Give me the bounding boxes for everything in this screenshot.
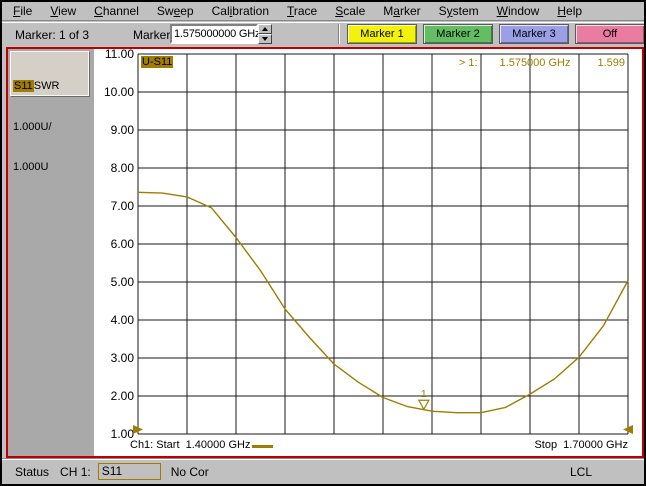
swr-plot: 1	[138, 54, 628, 434]
spinner-up-icon[interactable]	[258, 24, 272, 34]
menu-channel[interactable]: Channel	[85, 3, 148, 19]
marker-toolbar: Marker: 1 of 3 Marker 1 1.575000000 GHz …	[2, 23, 644, 47]
trace-format-line: S11SWR	[13, 80, 86, 94]
menu-sweep[interactable]: Sweep	[148, 3, 203, 19]
y-axis-tick: 5.00	[96, 275, 134, 289]
channel-label: CH 1:	[60, 465, 91, 479]
marker-readout-frequency: 1.575000 GHz	[500, 57, 571, 69]
plot: 1 U-S11 > 1: 1.575000 GHz 1.599	[138, 54, 628, 434]
toolbar-separator	[338, 24, 340, 44]
stimulus-annotation: Ch1: Start 1.40000 GHz Stop 1.70000 GHz	[138, 438, 628, 454]
marker-1-button[interactable]: Marker 1	[347, 24, 417, 44]
menu-window[interactable]: Window	[488, 3, 549, 19]
lcl-indicator: LCL	[570, 465, 592, 479]
marker-3-button[interactable]: Marker 3	[499, 24, 569, 44]
spinner-down-icon[interactable]	[258, 34, 272, 44]
y-axis-tick: 7.00	[96, 199, 134, 213]
menu-view[interactable]: View	[41, 3, 85, 19]
marker-readout-value: 1.599	[597, 57, 625, 69]
menu-marker[interactable]: Marker	[374, 3, 429, 19]
y-axis-tick: 10.00	[96, 85, 134, 99]
status-bar: Status CH 1: S11 No Cor LCL	[2, 458, 644, 484]
trace-format-label: SWR	[34, 80, 60, 92]
y-axis-tick: 4.00	[96, 313, 134, 327]
marker-status-label: Marker: 1 of 3	[15, 28, 89, 42]
marker-readout: > 1: 1.575000 GHz 1.599	[459, 57, 625, 69]
trace-sidebar: S11SWR 1.000U/ 1.000U	[8, 49, 94, 456]
trace-selector[interactable]: S11SWR 1.000U/ 1.000U	[10, 51, 89, 96]
status-label: Status	[15, 465, 49, 479]
menu-help[interactable]: Help	[548, 3, 591, 19]
stop-frequency-label: Stop 1.70000 GHz	[534, 439, 628, 451]
y-axis-tick: 3.00	[96, 351, 134, 365]
app-window: FileViewChannelSweepCalibrationTraceScal…	[0, 0, 646, 486]
menu-bar: FileViewChannelSweepCalibrationTraceScal…	[2, 2, 644, 20]
y-axis-tick: 2.00	[96, 389, 134, 403]
menu-file[interactable]: File	[4, 3, 41, 19]
marker-number: 1	[421, 389, 427, 400]
menu-scale[interactable]: Scale	[326, 3, 374, 19]
trace-scale-label: 1.000U/	[13, 121, 86, 135]
marker-triangle-icon[interactable]	[419, 400, 429, 409]
display-area: S11SWR 1.000U/ 1.000U 11.0010.009.008.00…	[6, 47, 644, 458]
y-axis-tick: 1.00	[96, 427, 134, 441]
y-axis-tick: 9.00	[96, 123, 134, 137]
menu-calibration[interactable]: Calibration	[203, 3, 278, 19]
menu-system[interactable]: System	[430, 3, 488, 19]
trace-label-chip: U-S11	[141, 56, 173, 68]
off-button[interactable]: Off	[575, 24, 645, 44]
trace-reference-label: 1.000U	[13, 161, 86, 175]
trace-color-indicator	[252, 445, 273, 448]
marker-buttons: Marker 1 Marker 2 Marker 3 Off	[347, 24, 645, 44]
marker-frequency-input[interactable]: 1.575000000 GHz	[170, 24, 258, 44]
marker-frequency-spinner	[258, 24, 272, 44]
trace-id-chip: S11	[13, 80, 34, 92]
correction-status: No Cor	[171, 465, 209, 479]
y-axis-tick: 6.00	[96, 237, 134, 251]
chart-area: 11.0010.009.008.007.006.005.004.003.002.…	[94, 49, 642, 456]
menu-trace[interactable]: Trace	[278, 3, 326, 19]
y-axis-tick: 11.00	[96, 47, 134, 61]
active-trace-indicator: S11	[98, 463, 161, 480]
marker-2-button[interactable]: Marker 2	[423, 24, 493, 44]
start-frequency-label: Ch1: Start 1.40000 GHz	[130, 439, 250, 451]
marker-readout-prefix: > 1:	[459, 57, 478, 69]
y-axis-tick: 8.00	[96, 161, 134, 175]
